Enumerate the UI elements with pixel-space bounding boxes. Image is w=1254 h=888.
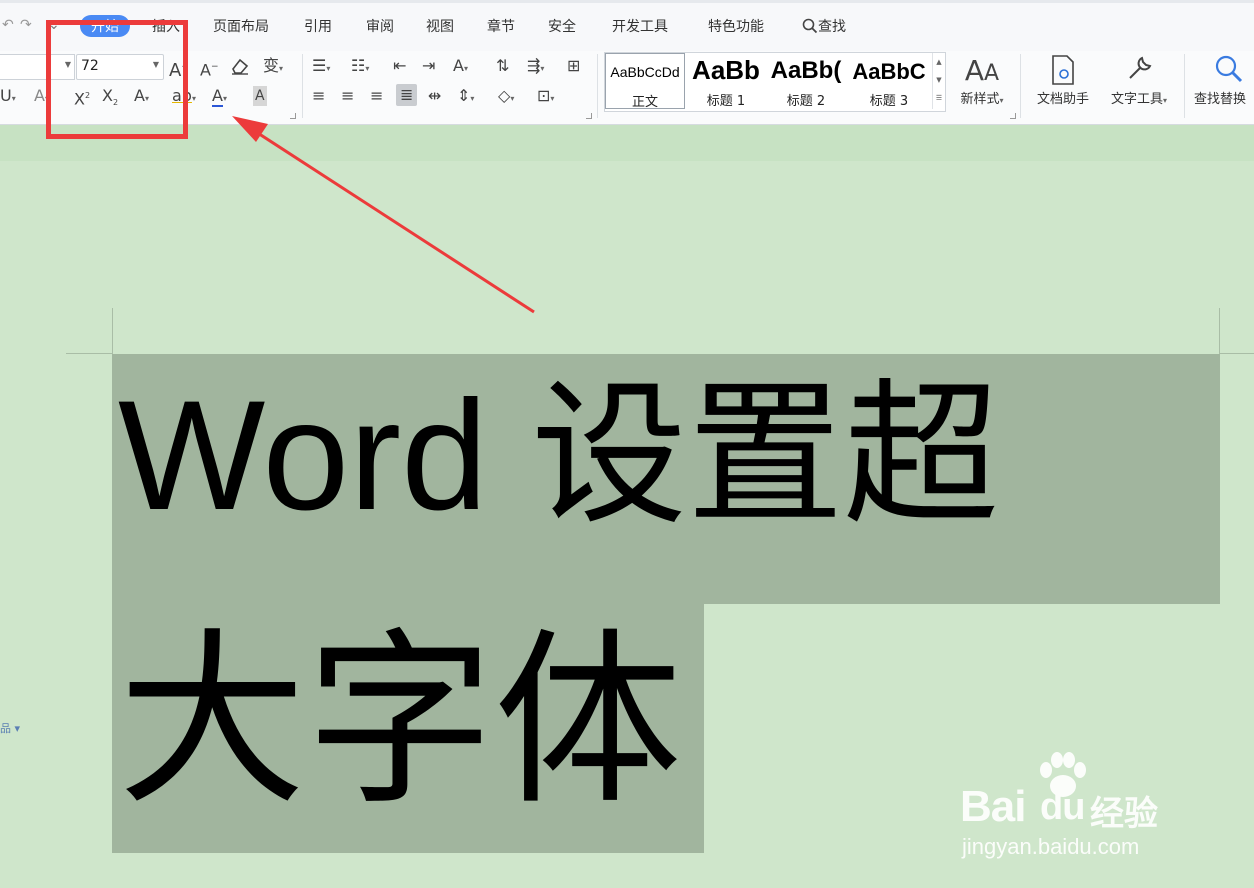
- watermark-du: du: [1040, 786, 1085, 828]
- baidu-watermark: Bai du 经验 jingyan.baidu.com: [960, 752, 1200, 862]
- watermark-url: jingyan.baidu.com: [962, 834, 1140, 859]
- watermark-brand: Bai: [960, 782, 1026, 831]
- watermark-jingyan: 经验: [1090, 794, 1158, 834]
